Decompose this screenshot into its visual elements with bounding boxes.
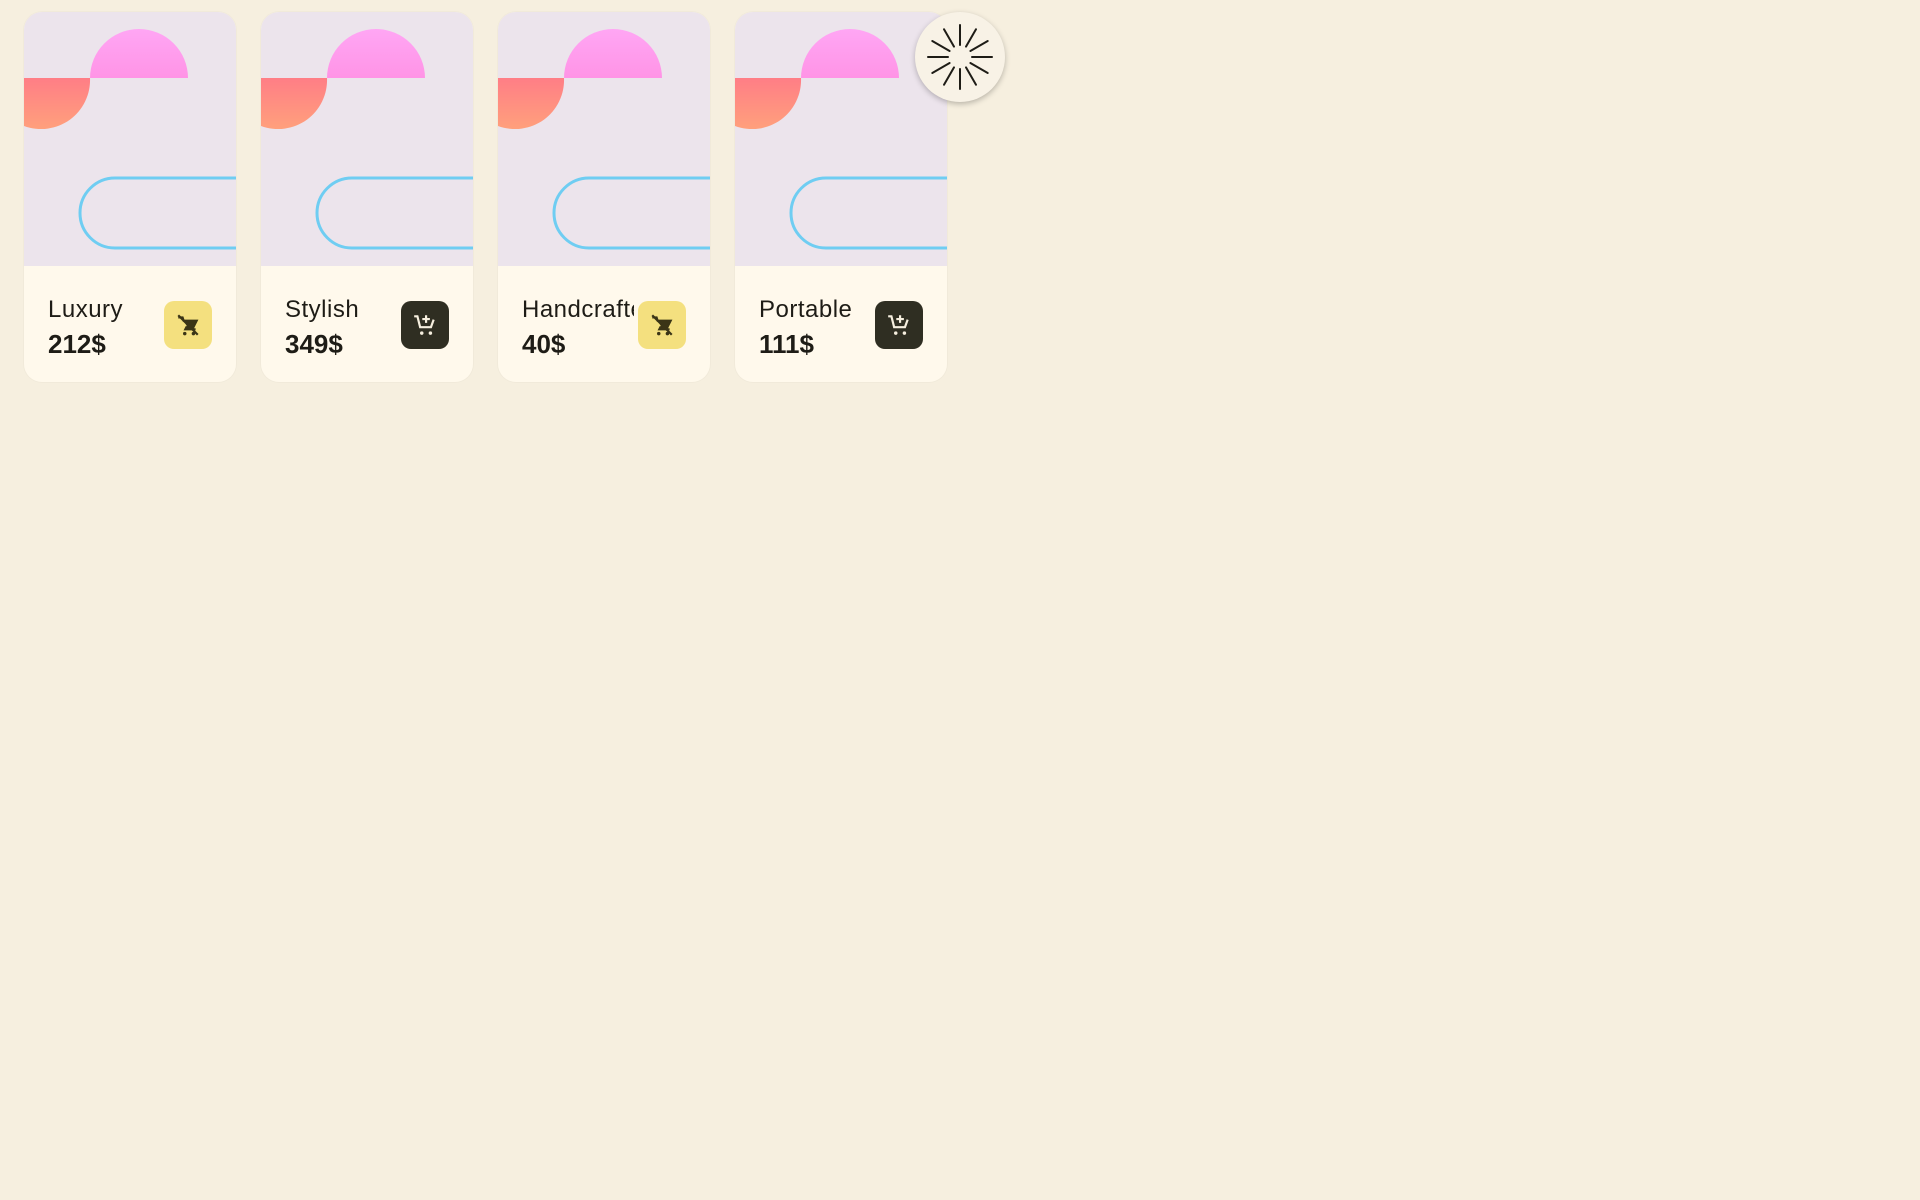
product-image [24,12,236,266]
product-card[interactable]: Luxury 212$ [24,12,236,382]
product-card[interactable]: Handcrafted 40$ [498,12,710,382]
remove-from-cart-button[interactable] [164,301,212,349]
loading-fab-button[interactable] [915,12,1005,102]
product-price: 212$ [48,329,106,359]
product-card[interactable]: Stylish 349$ [261,12,473,382]
product-card[interactable]: Portable 111$ [735,12,947,382]
product-price: 40$ [522,329,566,359]
remove-shopping-cart-icon [177,314,199,336]
product-grid: Luxury 212$ Stylish 349$ Handcraft 40$ P… [24,12,947,382]
product-name: Portable [759,296,853,323]
product-image [261,12,473,266]
remove-shopping-cart-icon [651,314,673,336]
product-price: 349$ [285,329,343,359]
product-name: Handcrafted [522,296,634,323]
remove-from-cart-button[interactable] [638,301,686,349]
product-image [498,12,710,266]
add-shopping-cart-icon [414,315,435,335]
product-name: Stylish [285,296,360,323]
add-shopping-cart-icon [888,315,909,335]
add-to-cart-button[interactable] [401,301,449,349]
loading-spinner-icon [927,24,993,90]
add-to-cart-button[interactable] [875,301,923,349]
product-price: 111$ [759,329,814,359]
product-name: Luxury [48,296,124,323]
